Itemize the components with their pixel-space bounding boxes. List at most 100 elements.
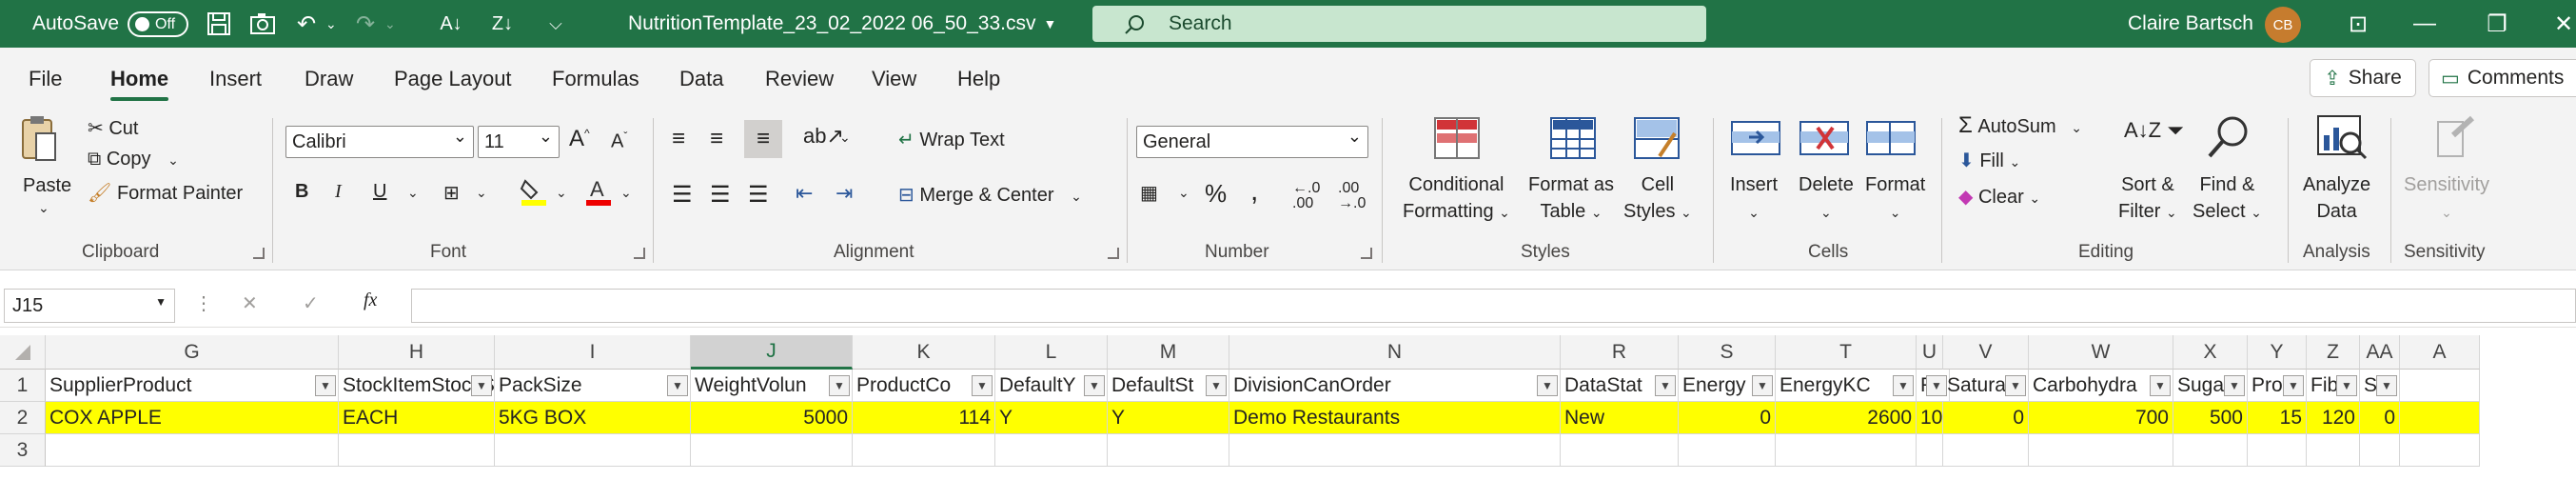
filter-dropdown-icon[interactable]: ▼ bbox=[1084, 375, 1105, 396]
cell-x1[interactable]: Suga ▼ bbox=[2173, 370, 2248, 402]
column-header-h[interactable]: H bbox=[339, 335, 495, 370]
fill-button[interactable]: ⬇ Fill ⌄ bbox=[1958, 149, 2020, 172]
cell-a2[interactable] bbox=[2400, 402, 2480, 434]
cell-styles-button[interactable]: Cell Styles ⌄ bbox=[1623, 171, 1692, 226]
filter-dropdown-icon[interactable]: ▼ bbox=[829, 375, 850, 396]
cell-aa3[interactable] bbox=[2360, 434, 2400, 467]
cancel-icon[interactable]: ✕ bbox=[242, 291, 258, 315]
filter-dropdown-icon[interactable]: ▼ bbox=[2336, 375, 2357, 396]
autosave-toggle[interactable]: Off bbox=[128, 11, 188, 37]
filter-dropdown-icon[interactable]: ▼ bbox=[1655, 375, 1676, 396]
cell-g1[interactable]: SupplierProduct ▼ bbox=[46, 370, 339, 402]
cell-t1[interactable]: EnergyKC ▼ bbox=[1776, 370, 1917, 402]
column-header-s[interactable]: S bbox=[1679, 335, 1776, 370]
autosum-button[interactable]: Σ AutoSum ⌄ bbox=[1958, 112, 2082, 139]
bold-button[interactable]: B bbox=[295, 181, 308, 203]
clear-button[interactable]: ◆ Clear ⌄ bbox=[1958, 185, 2040, 209]
cell-w3[interactable] bbox=[2029, 434, 2173, 467]
increase-decimal-icon[interactable]: ←.0.00 bbox=[1292, 181, 1320, 211]
delete-cells-icon[interactable] bbox=[1799, 116, 1850, 166]
filter-dropdown-icon[interactable]: ▼ bbox=[2283, 375, 2304, 396]
cell-i1[interactable]: PackSize ▼ bbox=[495, 370, 691, 402]
format-painter-button[interactable]: 🖌 Format Painter bbox=[88, 181, 243, 205]
cell-k1[interactable]: ProductCo ▼ bbox=[853, 370, 995, 402]
cell-u2[interactable]: 10 bbox=[1917, 402, 1943, 434]
cell-a1[interactable] bbox=[2400, 370, 2480, 402]
cell-j1[interactable]: WeightVolun ▼ bbox=[691, 370, 853, 402]
fill-color-icon[interactable] bbox=[520, 177, 548, 213]
orientation-dropdown-icon[interactable]: ⌄ bbox=[839, 130, 851, 146]
insert-function-icon[interactable]: fx bbox=[364, 290, 377, 311]
comments-button[interactable]: ▭ Comments bbox=[2429, 59, 2576, 97]
percent-icon[interactable]: % bbox=[1205, 179, 1227, 209]
cell-j2[interactable]: 5000 bbox=[691, 402, 853, 434]
alignment-launcher-icon[interactable] bbox=[1108, 248, 1119, 259]
column-header-x[interactable]: X bbox=[2173, 335, 2248, 370]
filter-dropdown-icon[interactable]: ▼ bbox=[1206, 375, 1227, 396]
ribbon-display-icon[interactable]: ⊡ bbox=[2341, 0, 2375, 48]
increase-font-icon[interactable]: A^ bbox=[569, 126, 590, 152]
camera-icon[interactable] bbox=[246, 0, 280, 48]
column-header-l[interactable]: L bbox=[995, 335, 1108, 370]
formula-input[interactable] bbox=[411, 289, 2576, 323]
cell-n1[interactable]: DivisionCanOrder ▼ bbox=[1229, 370, 1561, 402]
cell-l3[interactable] bbox=[995, 434, 1108, 467]
cell-v2[interactable]: 0 bbox=[1943, 402, 2029, 434]
conditional-formatting-button[interactable]: Conditional Formatting ⌄ bbox=[1403, 171, 1510, 226]
italic-button[interactable]: I bbox=[335, 181, 342, 203]
cell-n3[interactable] bbox=[1229, 434, 1561, 467]
cell-m2[interactable]: Y bbox=[1108, 402, 1229, 434]
align-middle-icon[interactable]: ≡ bbox=[710, 126, 723, 152]
cell-y1[interactable]: Prote ▼ bbox=[2248, 370, 2307, 402]
cell-k3[interactable] bbox=[853, 434, 995, 467]
sort-filter-button[interactable]: Sort & Filter ⌄ bbox=[2118, 171, 2177, 226]
filter-dropdown-icon[interactable]: ▼ bbox=[667, 375, 688, 396]
cell-t2[interactable]: 2600 bbox=[1776, 402, 1917, 434]
column-header-t[interactable]: T bbox=[1776, 335, 1917, 370]
tab-data[interactable]: Data bbox=[679, 67, 723, 91]
save-icon[interactable] bbox=[202, 0, 236, 48]
filter-dropdown-icon[interactable]: ▼ bbox=[471, 375, 492, 396]
cell-y3[interactable] bbox=[2248, 434, 2307, 467]
column-header-aa[interactable]: AA bbox=[2360, 335, 2400, 370]
column-header-i[interactable]: I bbox=[495, 335, 691, 370]
cell-r2[interactable]: New bbox=[1561, 402, 1679, 434]
cell-j3[interactable] bbox=[691, 434, 853, 467]
cell-x3[interactable] bbox=[2173, 434, 2248, 467]
cut-button[interactable]: ✂ Cut bbox=[88, 116, 138, 140]
file-name[interactable]: NutritionTemplate_23_02_2022 06_50_33.cs… bbox=[628, 0, 1056, 48]
user-name[interactable]: Claire Bartsch bbox=[2128, 0, 2253, 48]
increase-indent-icon[interactable]: ⇥ bbox=[836, 181, 853, 206]
insert-button[interactable]: Insert ⌄ bbox=[1730, 171, 1778, 226]
cell-h1[interactable]: StockItemStockSi ▼ bbox=[339, 370, 495, 402]
tab-insert[interactable]: Insert bbox=[209, 67, 262, 91]
cell-l2[interactable]: Y bbox=[995, 402, 1108, 434]
borders-dropdown-icon[interactable]: ⌄ bbox=[476, 185, 487, 201]
avatar[interactable]: CB bbox=[2265, 7, 2301, 43]
tab-page-layout[interactable]: Page Layout bbox=[394, 67, 512, 91]
borders-icon[interactable]: ⊞ bbox=[443, 181, 460, 205]
minimize-icon[interactable]: — bbox=[2408, 0, 2442, 48]
find-select-icon[interactable] bbox=[2204, 112, 2252, 166]
cell-s1[interactable]: Energy ▼ bbox=[1679, 370, 1776, 402]
tab-help[interactable]: Help bbox=[957, 67, 1000, 91]
format-as-table-button[interactable]: Format as Table ⌄ bbox=[1528, 171, 1614, 226]
row-header-1[interactable]: 1 bbox=[0, 370, 46, 402]
insert-cells-icon[interactable] bbox=[1730, 116, 1781, 166]
orientation-icon[interactable]: ab↗ bbox=[803, 124, 844, 149]
font-color-dropdown-icon[interactable]: ⌄ bbox=[620, 185, 632, 201]
column-header-n[interactable]: N bbox=[1229, 335, 1561, 370]
cell-g3[interactable] bbox=[46, 434, 339, 467]
paste-dropdown-icon[interactable]: ⌄ bbox=[38, 200, 49, 216]
cell-aa1[interactable]: Sa▼ bbox=[2360, 370, 2400, 402]
cell-i2[interactable]: 5KG BOX bbox=[495, 402, 691, 434]
format-button[interactable]: Format ⌄ bbox=[1865, 171, 1925, 226]
cell-z1[interactable]: Fib ▼ bbox=[2307, 370, 2360, 402]
sort-descending-icon[interactable]: Z↓ bbox=[485, 0, 520, 48]
sort-ascending-icon[interactable]: A↓ bbox=[434, 0, 468, 48]
cell-u3[interactable] bbox=[1917, 434, 1943, 467]
undo-icon[interactable]: ↶ bbox=[289, 0, 324, 48]
cell-n2[interactable]: Demo Restaurants bbox=[1229, 402, 1561, 434]
select-all-corner[interactable] bbox=[0, 335, 46, 370]
cell-l1[interactable]: DefaultY ▼ bbox=[995, 370, 1108, 402]
